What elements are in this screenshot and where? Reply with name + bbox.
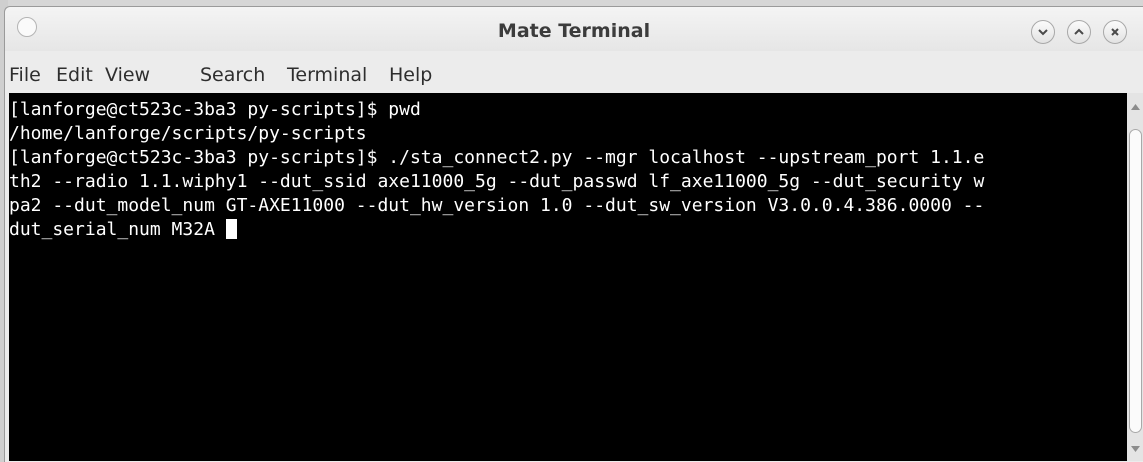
terminal-line: [lanforge@ct523c-3ba3 py-scripts]$ pwd [9,99,421,120]
close-button[interactable] [1103,20,1127,44]
terminal-output[interactable]: [lanforge@ct523c-3ba3 py-scripts]$ pwd /… [9,93,1127,461]
title-bar[interactable]: Mate Terminal [5,7,1143,51]
menu-edit[interactable]: Edit [56,64,93,86]
menu-search[interactable]: Search [200,64,265,86]
vertical-scrollbar[interactable] [1127,93,1143,461]
menu-terminal[interactable]: Terminal [287,64,367,86]
terminal-line-text: dut_serial_num M32A [9,219,226,240]
menu-bar: File Edit View Search Terminal Help [5,51,1143,93]
scroll-up-icon[interactable] [1127,101,1143,113]
terminal-line: /home/lanforge/scripts/py-scripts [9,123,367,144]
terminal-window: Mate Terminal File Edit View Search Term… [4,6,1143,462]
menu-file[interactable]: File [9,64,41,86]
text-cursor [225,219,237,239]
terminal-line: th2 --radio 1.1.wiphy1 --dut_ssid axe110… [9,171,985,192]
menu-help[interactable]: Help [389,64,432,86]
window-title: Mate Terminal [497,20,651,42]
terminal-line: [lanforge@ct523c-3ba3 py-scripts]$ ./sta… [9,147,985,168]
minimize-button[interactable] [1031,20,1055,44]
close-icon [1111,28,1119,36]
scrollbar-thumb[interactable] [1129,129,1142,433]
maximize-button[interactable] [1067,20,1091,44]
menu-view[interactable]: View [105,64,150,86]
scroll-down-icon[interactable] [1127,443,1143,455]
terminal-prompt-line: dut_serial_num M32A [9,218,237,241]
terminal-line: pa2 --dut_model_num GT-AXE11000 --dut_hw… [9,195,985,216]
minimize-icon [1038,29,1048,36]
maximize-icon [1074,28,1084,35]
